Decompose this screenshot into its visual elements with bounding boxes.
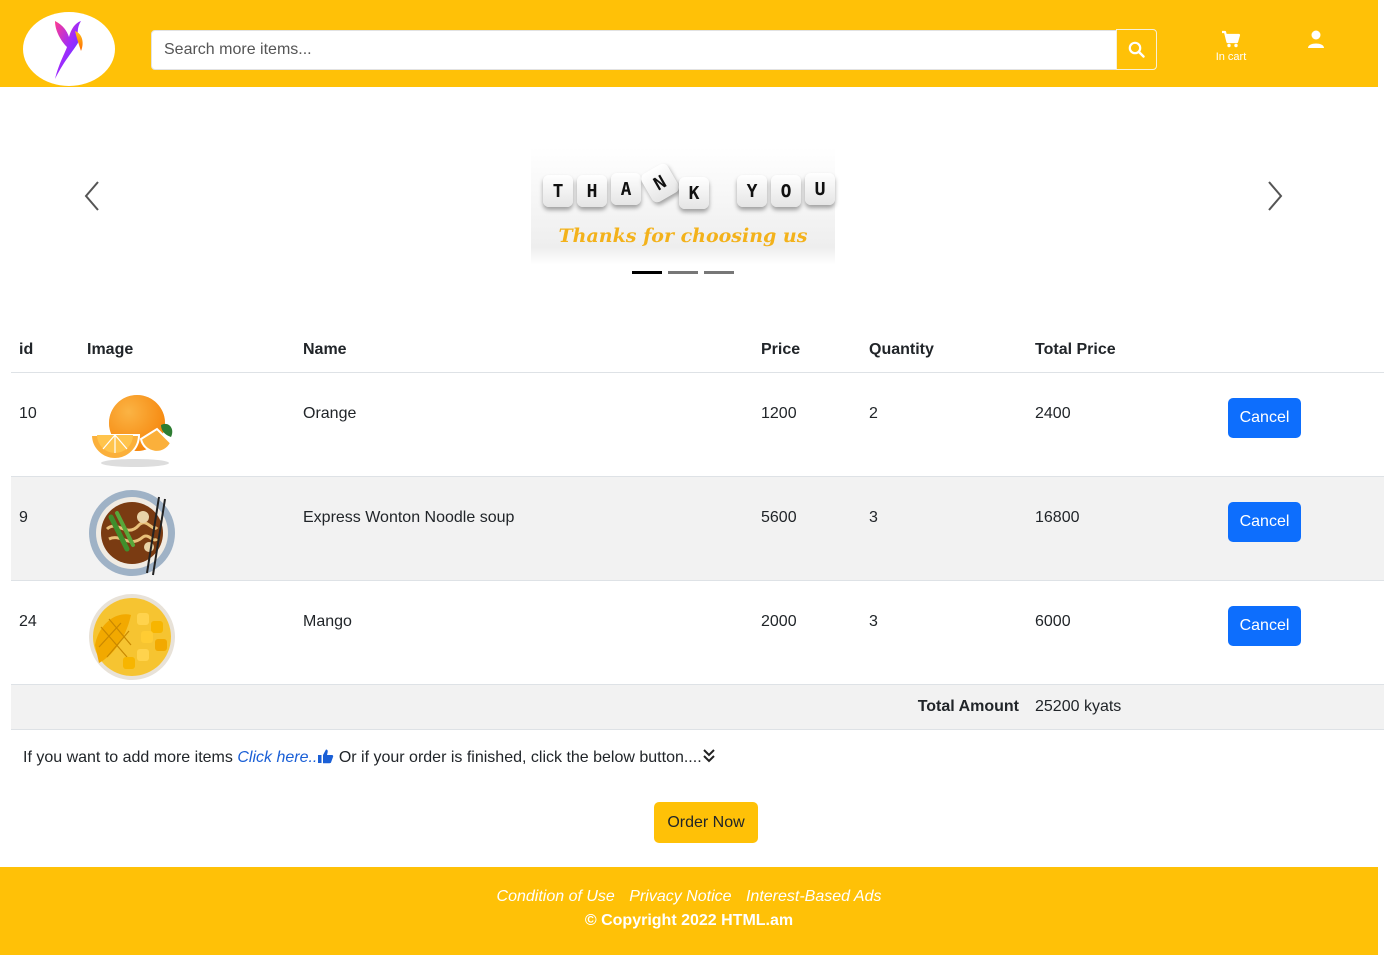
- letter-cube: O: [771, 175, 801, 207]
- table-row: 24 Mango 2000 3 6000 Cancel: [11, 580, 1384, 685]
- table-row: 10 Orange 1200 2 2400 Cancel: [11, 372, 1384, 477]
- cell-total-price: 2400: [1027, 372, 1220, 477]
- cell-name: Orange: [295, 372, 753, 477]
- thank-you-cubes: T H A N K Y O U: [539, 161, 835, 209]
- cell-quantity: 3: [861, 476, 1027, 581]
- carousel-slide: T H A N K Y O U Thanks for choosing us: [531, 147, 835, 265]
- cell-price: 5600: [753, 476, 861, 581]
- cancel-button[interactable]: Cancel: [1228, 605, 1301, 646]
- total-row: Total Amount 25200 kyats: [11, 684, 1384, 730]
- column-header-name: Name: [295, 328, 753, 373]
- order-notice: If you want to add more items Click here…: [23, 748, 716, 767]
- slide-caption: Thanks for choosing us: [558, 225, 808, 247]
- carousel-next-button[interactable]: [1261, 179, 1287, 213]
- cell-total-price: 16800: [1027, 476, 1220, 581]
- cell-image: [79, 372, 295, 477]
- table-header-row: id Image Name Price Quantity Total Price: [11, 328, 1384, 373]
- orange-image: [89, 394, 173, 467]
- copyright-text: © Copyright 2022 HTML.am: [584, 912, 794, 929]
- search-button[interactable]: [1116, 29, 1157, 70]
- shopping-cart-icon: [1222, 30, 1241, 48]
- letter-cube: H: [577, 175, 607, 207]
- cell-id: 9: [11, 476, 79, 581]
- cell-name: Express Wonton Noodle soup: [295, 476, 753, 581]
- letter-cube: A: [611, 173, 641, 205]
- promo-carousel: T H A N K Y O U Thanks for choosing us: [0, 87, 1384, 312]
- footer-link-interest-based-ads[interactable]: Interest-Based Ads: [746, 888, 881, 905]
- cell-action: Cancel: [1220, 372, 1384, 477]
- letter-cube: N: [639, 161, 681, 205]
- letter-cube: Y: [737, 175, 767, 207]
- column-header-image: Image: [79, 328, 295, 373]
- table-row: 9 Express Wonton Noodle soup 5600 3 1680…: [11, 476, 1384, 581]
- cell-image: [79, 580, 295, 685]
- column-header-price: Price: [753, 328, 861, 373]
- cart-link[interactable]: In cart: [1206, 30, 1256, 74]
- footer: Condition of Use Privacy Notice Interest…: [0, 867, 1378, 955]
- notice-suffix: Or if your order is finished, click the …: [338, 749, 702, 766]
- top-navbar: In cart: [0, 0, 1378, 87]
- search-icon: [1128, 41, 1145, 58]
- cell-total-price: 6000: [1027, 580, 1220, 685]
- cell-id: 10: [11, 372, 79, 477]
- thumbs-up-icon: [318, 749, 334, 764]
- footer-links: Condition of Use Privacy Notice Interest…: [0, 888, 1378, 906]
- cell-image: [79, 476, 295, 581]
- double-chevron-down-icon: [702, 749, 715, 763]
- cell-price: 2000: [753, 580, 861, 685]
- column-header-action: [1220, 328, 1384, 373]
- chevron-left-icon: [84, 181, 99, 211]
- noodle-soup-image: [89, 489, 175, 576]
- carousel-indicators: [632, 271, 736, 275]
- letter-cube: K: [679, 177, 709, 209]
- cell-quantity: 3: [861, 580, 1027, 685]
- cell-action: Cancel: [1220, 580, 1384, 685]
- cancel-button[interactable]: Cancel: [1228, 501, 1301, 542]
- cell-action: Cancel: [1220, 476, 1384, 581]
- user-account-link[interactable]: [1305, 30, 1327, 52]
- bird-logo-icon: [55, 21, 83, 79]
- cart-label: In cart: [1215, 51, 1247, 63]
- footer-link-condition-of-use[interactable]: Condition of Use: [497, 888, 615, 905]
- cell-id: 24: [11, 580, 79, 685]
- letter-cube: U: [805, 173, 835, 205]
- total-amount-value: 25200 kyats: [1027, 684, 1384, 730]
- carousel-indicator-1[interactable]: [632, 271, 662, 274]
- letter-cube: T: [543, 175, 573, 207]
- total-amount-label: Total Amount: [11, 684, 1027, 730]
- column-header-total-price: Total Price: [1027, 328, 1220, 373]
- mango-image: [89, 593, 175, 680]
- carousel-prev-button[interactable]: [80, 179, 106, 213]
- add-more-items-link[interactable]: Click here..: [237, 749, 317, 766]
- footer-link-privacy-notice[interactable]: Privacy Notice: [629, 888, 731, 905]
- order-now-button[interactable]: Order Now: [654, 802, 758, 843]
- cell-name: Mango: [295, 580, 753, 685]
- search-input[interactable]: [151, 30, 1117, 70]
- user-icon: [1308, 30, 1324, 48]
- notice-prefix: If you want to add more items: [23, 749, 233, 766]
- cart-table: id Image Name Price Quantity Total Price…: [11, 328, 1384, 730]
- column-header-quantity: Quantity: [861, 328, 1027, 373]
- carousel-indicator-3[interactable]: [704, 271, 734, 274]
- brand-logo[interactable]: [23, 12, 115, 86]
- cell-quantity: 2: [861, 372, 1027, 477]
- chevron-right-icon: [1268, 181, 1283, 211]
- carousel-indicator-2[interactable]: [668, 271, 698, 274]
- column-header-id: id: [11, 328, 79, 373]
- cell-price: 1200: [753, 372, 861, 477]
- cancel-button[interactable]: Cancel: [1228, 397, 1301, 438]
